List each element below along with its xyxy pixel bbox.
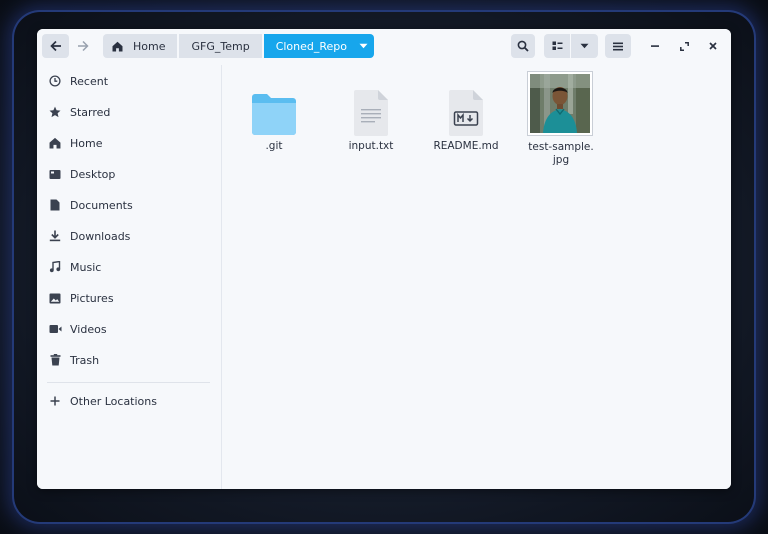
download-icon: [47, 228, 63, 244]
sidebar-item-label: Pictures: [70, 291, 114, 305]
arrow-right-icon: [78, 40, 89, 52]
sidebar-item-desktop[interactable]: Desktop: [37, 161, 222, 187]
sidebar-item-label: Starred: [70, 105, 111, 119]
breadcrumb: Home GFG_Temp Cloned_Repo: [103, 34, 375, 58]
file-name: input.txt: [348, 140, 394, 152]
picture-icon: [47, 290, 63, 306]
maximize-button[interactable]: [673, 34, 695, 58]
sidebar-item-label: Recent: [70, 74, 109, 88]
breadcrumb-gfg-temp[interactable]: GFG_Temp: [179, 34, 262, 58]
breadcrumb-cloned-repo[interactable]: Cloned_Repo: [263, 34, 375, 58]
sidebar-item-trash[interactable]: Trash: [37, 347, 222, 373]
breadcrumb-label: GFG_Temp: [191, 39, 250, 53]
file-manager-window: Home GFG_Temp Cloned_Repo Recent Starred…: [37, 29, 731, 489]
home-icon: [47, 135, 63, 151]
trash-icon: [47, 352, 63, 368]
markdown-file-icon: [426, 90, 506, 140]
folder-icon: [234, 90, 314, 140]
header-bar: Home GFG_Temp Cloned_Repo: [37, 29, 731, 65]
minimize-button[interactable]: [644, 34, 666, 58]
maximize-icon: [679, 41, 689, 51]
clock-icon: [47, 73, 63, 89]
sidebar-item-music[interactable]: Music: [37, 254, 222, 280]
sidebar-item-label: Documents: [70, 198, 133, 212]
sidebar-item-label: Other Locations: [70, 394, 157, 408]
main-menu-button[interactable]: [605, 34, 631, 58]
file-item-git[interactable]: .git: [234, 90, 314, 153]
star-icon: [47, 104, 63, 120]
file-name-line: test-sample.: [528, 141, 594, 153]
sidebar-item-starred[interactable]: Starred: [37, 99, 222, 125]
text-file-icon: [331, 90, 411, 140]
sidebar-item-label: Trash: [70, 353, 100, 367]
search-button[interactable]: [511, 34, 535, 58]
file-item-input-txt[interactable]: input.txt: [331, 90, 411, 153]
hamburger-menu-icon: [613, 42, 623, 50]
file-name: .git: [265, 140, 283, 152]
sidebar-item-other-locations[interactable]: Other Locations: [37, 388, 222, 414]
image-thumbnail-frame: [527, 71, 593, 136]
sidebar-divider: [47, 382, 210, 383]
breadcrumb-home[interactable]: Home: [103, 34, 178, 58]
sidebar-item-label: Videos: [70, 322, 107, 336]
chevron-down-icon: [580, 43, 589, 49]
home-icon: [112, 41, 123, 51]
sidebar-item-label: Downloads: [70, 229, 131, 243]
file-item-readme-md[interactable]: README.md: [426, 90, 506, 153]
sidebar-item-home[interactable]: Home: [37, 130, 222, 156]
sidebar-item-downloads[interactable]: Downloads: [37, 223, 222, 249]
view-toggle-button[interactable]: [544, 34, 570, 58]
breadcrumb-label: Home: [133, 39, 166, 53]
forward-button[interactable]: [71, 34, 95, 58]
breadcrumb-label: Cloned_Repo: [275, 39, 348, 53]
sidebar-item-label: Home: [70, 136, 103, 150]
chevron-down-icon[interactable]: [359, 43, 368, 49]
file-name: test-sample. jpg: [521, 141, 601, 167]
video-icon: [47, 321, 63, 337]
sidebar-item-label: Desktop: [70, 167, 116, 181]
document-icon: [47, 197, 63, 213]
music-icon: [47, 259, 63, 275]
sidebar-item-recent[interactable]: Recent: [37, 68, 222, 94]
plus-icon: [47, 393, 63, 409]
search-icon: [517, 40, 529, 52]
view-options-button[interactable]: [571, 34, 598, 58]
close-button[interactable]: [702, 34, 724, 58]
sidebar-item-pictures[interactable]: Pictures: [37, 285, 222, 311]
file-name-line: jpg: [552, 154, 570, 166]
close-icon: [709, 42, 717, 50]
sidebar-item-documents[interactable]: Documents: [37, 192, 222, 218]
desktop-icon: [47, 166, 63, 182]
sidebar: Recent Starred Home Desktop Documents Do…: [37, 65, 222, 489]
sidebar-item-videos[interactable]: Videos: [37, 316, 222, 342]
file-item-test-sample-jpg[interactable]: test-sample. jpg: [521, 65, 601, 167]
back-button[interactable]: [42, 34, 69, 58]
image-thumbnail: [521, 65, 601, 141]
grid-view-icon: [552, 41, 562, 50]
minimize-icon: [651, 45, 659, 47]
file-name: README.md: [433, 140, 499, 152]
sidebar-item-label: Music: [70, 260, 102, 274]
arrow-left-icon: [49, 40, 61, 52]
file-view: .git input.txt README.md test-sample. jp…: [223, 65, 731, 489]
